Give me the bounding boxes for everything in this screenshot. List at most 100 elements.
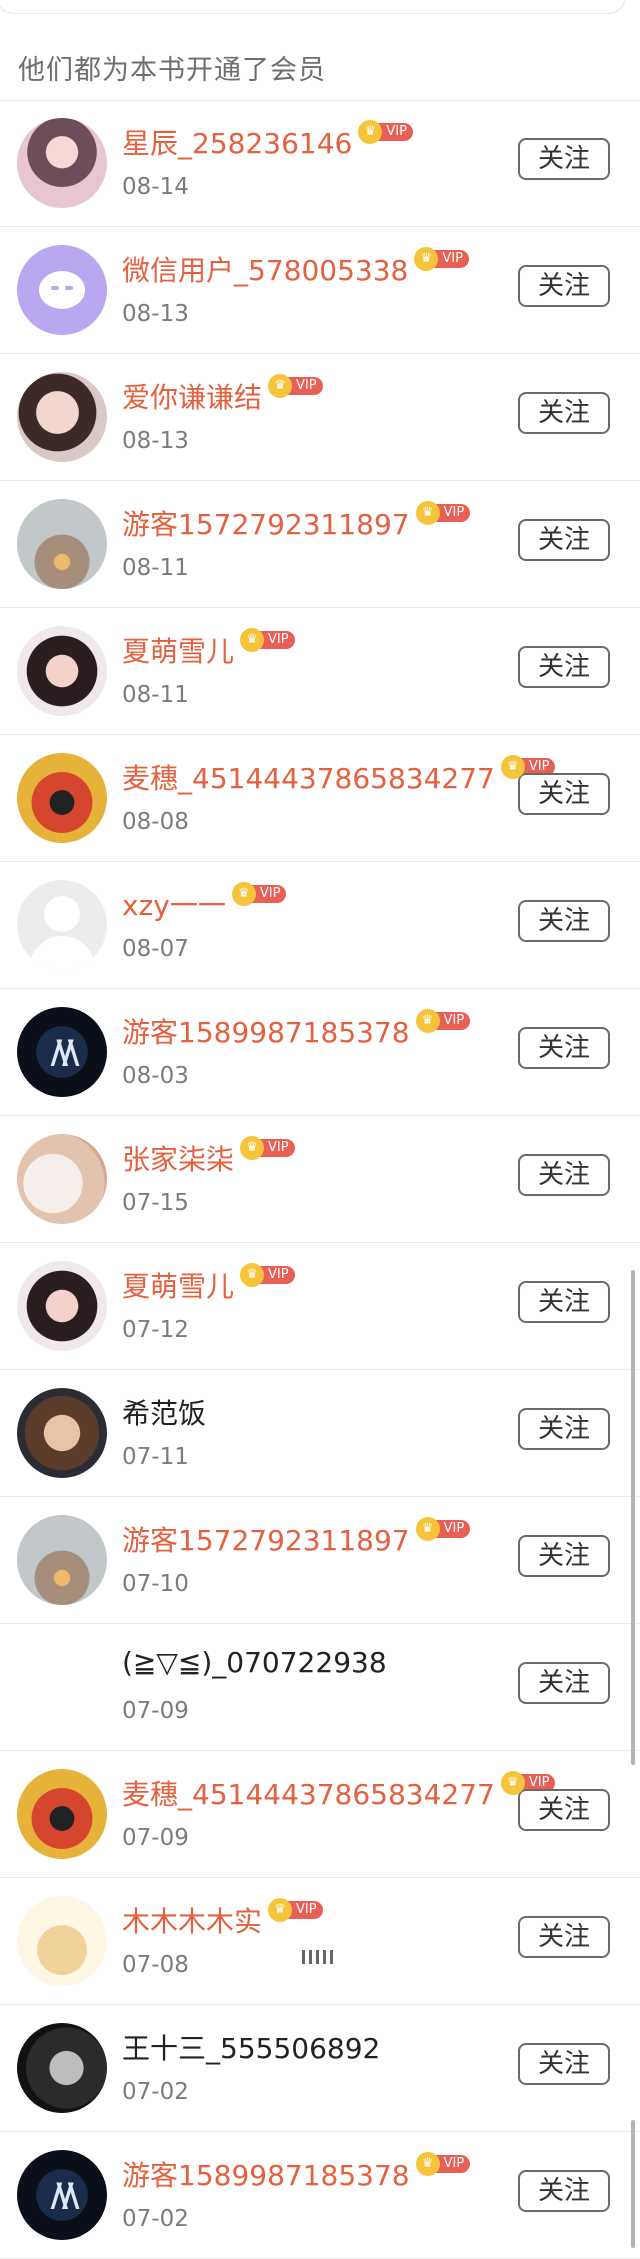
- name-line: 游客1572792311897 ♛ VIP: [122, 1517, 471, 1559]
- avatar[interactable]: [17, 753, 107, 843]
- avatar[interactable]: [17, 1642, 107, 1732]
- avatar[interactable]: /\/\: [17, 2150, 107, 2240]
- follow-button[interactable]: 关注: [518, 1916, 610, 1958]
- avatar[interactable]: [17, 1388, 107, 1478]
- top-card: [0, 0, 626, 14]
- vip-badge: ♛ VIP: [414, 247, 469, 271]
- name-line: 木木木木实 ♛ VIP: [122, 1898, 323, 1940]
- name-line: 游客1589987185378 ♛ VIP: [122, 2152, 471, 2194]
- scrollbar[interactable]: [631, 2120, 635, 2248]
- crown-icon: ♛: [240, 1136, 265, 1160]
- member-name[interactable]: 木木木木实: [122, 1900, 262, 1940]
- follow-button[interactable]: 关注: [518, 1408, 610, 1450]
- avatar[interactable]: [17, 626, 107, 716]
- join-date: 08-03: [122, 1063, 189, 1089]
- member-row: 夏萌雪儿 ♛ VIP 08-11 关注: [0, 608, 640, 735]
- avatar[interactable]: [17, 245, 107, 335]
- member-row: (≧▽≦)_070722938 07-09 关注: [0, 1624, 640, 1751]
- avatar[interactable]: /\/\: [17, 1007, 107, 1097]
- vip-badge: ♛ VIP: [240, 628, 295, 652]
- avatar[interactable]: [17, 118, 107, 208]
- member-name[interactable]: 夏萌雪儿: [122, 630, 234, 670]
- name-line: 麦穗_45144437865834277 ♛ VIP: [122, 755, 556, 797]
- follow-button[interactable]: 关注: [518, 773, 610, 815]
- vip-badge: ♛ VIP: [415, 2152, 471, 2176]
- join-date: 07-12: [122, 1317, 189, 1343]
- name-line: 张家柒柒 ♛ VIP: [122, 1136, 295, 1178]
- member-name[interactable]: 夏萌雪儿: [122, 1265, 234, 1305]
- avatar[interactable]: [17, 1769, 107, 1859]
- member-row: 木木木木实 ♛ VIP 07-08 关注: [0, 1878, 640, 2005]
- member-name[interactable]: 星辰_258236146: [122, 122, 352, 162]
- crown-icon: ♛: [415, 1009, 440, 1033]
- member-row: 王十三_555506892 07-02 关注: [0, 2005, 640, 2132]
- avatar[interactable]: [17, 372, 107, 462]
- name-line: 微信用户_578005338 ♛ VIP: [122, 247, 469, 289]
- crown-icon: ♛: [415, 1517, 440, 1541]
- follow-button[interactable]: 关注: [518, 2043, 610, 2085]
- avatar[interactable]: [17, 1896, 107, 1986]
- vip-badge: ♛ VIP: [415, 1009, 471, 1033]
- follow-button[interactable]: 关注: [518, 2170, 610, 2212]
- follow-button[interactable]: 关注: [518, 1027, 610, 1069]
- avatar[interactable]: [17, 499, 107, 589]
- join-date: 08-11: [122, 682, 189, 708]
- vip-badge: ♛ VIP: [268, 374, 323, 398]
- member-name[interactable]: xzy一一: [122, 884, 226, 924]
- crown-icon: ♛: [240, 628, 265, 652]
- wechat-face-icon: [39, 271, 85, 309]
- join-date: 07-15: [122, 1190, 189, 1216]
- default-avatar-head: [44, 896, 80, 932]
- follow-button[interactable]: 关注: [518, 519, 610, 561]
- member-name[interactable]: 游客1589987185378: [122, 1011, 410, 1051]
- signal-bars-icon: [302, 1950, 336, 1964]
- crown-icon: ♛: [240, 1263, 265, 1287]
- follow-button[interactable]: 关注: [518, 1535, 610, 1577]
- member-name[interactable]: 游客1572792311897: [122, 1519, 410, 1559]
- member-name[interactable]: 游客1572792311897: [122, 503, 410, 543]
- avatar[interactable]: [17, 2023, 107, 2113]
- follow-button[interactable]: 关注: [518, 1662, 610, 1704]
- vip-badge: ♛ VIP: [358, 120, 413, 144]
- member-name[interactable]: 微信用户_578005338: [122, 249, 408, 289]
- member-name[interactable]: (≧▽≦)_070722938: [122, 1646, 387, 1679]
- join-date: 07-09: [122, 1825, 189, 1851]
- follow-button[interactable]: 关注: [518, 392, 610, 434]
- member-row: /\/\ 游客1589987185378 ♛ VIP 07-02 关注: [0, 2132, 640, 2259]
- follow-button[interactable]: 关注: [518, 138, 610, 180]
- name-line: 希范饭: [122, 1392, 206, 1432]
- member-name[interactable]: 麦穗_45144437865834277: [122, 757, 495, 797]
- avatar[interactable]: [17, 880, 107, 970]
- follow-button[interactable]: 关注: [518, 1154, 610, 1196]
- join-date: 07-09: [122, 1698, 189, 1724]
- follow-button[interactable]: 关注: [518, 646, 610, 688]
- member-name[interactable]: 张家柒柒: [122, 1138, 234, 1178]
- join-date: 08-11: [122, 555, 189, 581]
- follow-button[interactable]: 关注: [518, 1281, 610, 1323]
- vip-badge: ♛ VIP: [415, 1517, 471, 1541]
- crown-icon: ♛: [268, 374, 293, 398]
- member-row: 星辰_258236146 ♛ VIP 08-14 关注: [0, 100, 640, 227]
- name-line: 星辰_258236146 ♛ VIP: [122, 120, 413, 162]
- member-name[interactable]: 游客1589987185378: [122, 2154, 410, 2194]
- avatar[interactable]: [17, 1261, 107, 1351]
- section-header: 他们都为本书开通了会员: [18, 55, 326, 86]
- vip-badge: ♛ VIP: [415, 501, 471, 525]
- member-name[interactable]: 王十三_555506892: [122, 2027, 380, 2067]
- avatar[interactable]: [17, 1134, 107, 1224]
- crown-icon: ♛: [415, 501, 440, 525]
- avatar[interactable]: [17, 1515, 107, 1605]
- member-name[interactable]: 希范饭: [122, 1392, 206, 1432]
- vip-badge: ♛ VIP: [268, 1898, 323, 1922]
- follow-button[interactable]: 关注: [518, 265, 610, 307]
- member-name[interactable]: 麦穗_45144437865834277: [122, 1773, 495, 1813]
- follow-button[interactable]: 关注: [518, 1789, 610, 1831]
- member-name[interactable]: 爱你谦谦结: [122, 376, 262, 416]
- name-line: 爱你谦谦结 ♛ VIP: [122, 374, 323, 416]
- walker-logo-icon: /\/\: [50, 2176, 80, 2214]
- follow-button[interactable]: 关注: [518, 900, 610, 942]
- member-row: xzy一一 ♛ VIP 08-07 关注: [0, 862, 640, 989]
- name-line: 游客1572792311897 ♛ VIP: [122, 501, 471, 543]
- member-list: 星辰_258236146 ♛ VIP 08-14 关注 微信用户_57800533…: [0, 100, 640, 2259]
- scrollbar[interactable]: [631, 1270, 635, 1765]
